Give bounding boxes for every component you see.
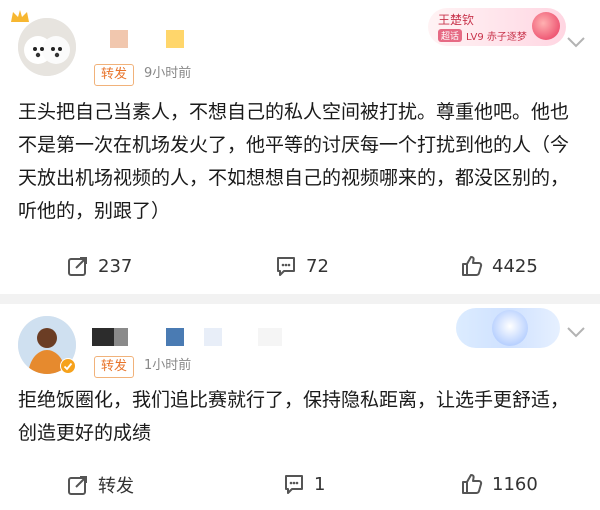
anime-character-icon — [492, 310, 528, 346]
comment-count: 1 — [314, 473, 326, 495]
badge-level-text: LV9 赤子逐梦 — [466, 32, 527, 43]
thumbs-up-icon — [462, 256, 483, 276]
crown-icon — [11, 10, 29, 22]
fan-badge[interactable] — [456, 308, 560, 348]
comment-button[interactable]: 1 — [282, 472, 325, 496]
avatar-dogs-image — [18, 18, 76, 76]
badge-tag: 超话 — [438, 29, 463, 42]
comment-button[interactable]: 72 — [274, 254, 329, 278]
repost-count: 237 — [98, 255, 133, 277]
like-count: 4425 — [492, 255, 538, 277]
post-card-1: 转发 9小时前 王楚钦 超话 LV9 赤子逐梦 王头把自己当素人，不想自己的私人… — [0, 0, 600, 294]
comment-icon — [277, 257, 295, 276]
thumbs-up-icon — [462, 474, 483, 494]
rose-icon — [532, 12, 560, 40]
badge-name: 王楚钦 — [438, 13, 475, 27]
repost-label: 转发 — [98, 476, 134, 497]
comment-icon — [285, 475, 303, 494]
post-text: 王头把自己当素人，不想自己的私人空间被打扰。尊重他吧。他也不是第一次在机场发火了… — [18, 101, 570, 222]
verified-badge-icon — [60, 358, 76, 374]
fan-badge[interactable]: 王楚钦 超话 LV9 赤子逐梦 — [428, 8, 566, 46]
post-card-2: 转发 1小时前 拒绝饭圈化，我们追比赛就行了，保持隐私距离，让选手更舒适，创造更… — [0, 304, 600, 510]
repost-tag: 转发 — [94, 64, 135, 86]
like-button[interactable]: 1160 — [460, 472, 538, 496]
repost-button[interactable]: 237 — [66, 254, 132, 278]
post-text: 拒绝饭圈化，我们追比赛就行了，保持隐私距离，让选手更舒适，创造更好的成绩 — [18, 389, 570, 444]
chevron-down-icon[interactable] — [566, 36, 586, 48]
post-time: 1小时前 — [144, 358, 192, 373]
comment-count: 72 — [306, 255, 329, 277]
like-count: 1160 — [492, 473, 538, 495]
avatar[interactable] — [18, 18, 76, 76]
repost-button[interactable]: 转发 — [66, 472, 134, 498]
badge-level: 超话 LV9 赤子逐梦 — [438, 28, 527, 43]
repost-tag: 转发 — [94, 356, 135, 378]
share-icon — [68, 257, 87, 276]
share-icon — [68, 476, 87, 495]
post-separator — [0, 294, 600, 304]
like-button[interactable]: 4425 — [460, 254, 538, 278]
post-time: 9小时前 — [144, 66, 192, 81]
chevron-down-icon[interactable] — [566, 326, 586, 338]
